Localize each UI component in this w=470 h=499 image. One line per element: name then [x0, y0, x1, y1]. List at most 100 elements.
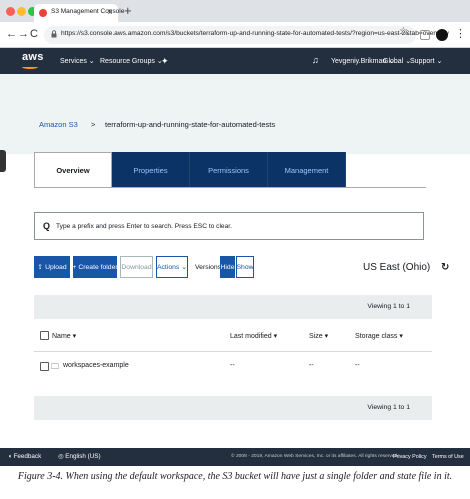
lock-icon [51, 30, 57, 38]
resource-groups-label: Resource Groups [100, 58, 155, 65]
pagination-bar-top: Viewing 1 to 1 [34, 295, 432, 319]
new-tab-button[interactable]: + [124, 3, 132, 18]
bucket-tabs: Overview Properties Permissions Manageme… [34, 152, 346, 188]
viewing-count-top: Viewing 1 to 1 [367, 303, 410, 310]
feedback-link[interactable]: ◖ Feedback [8, 453, 41, 460]
region-menu[interactable]: Global ⌄ [383, 57, 411, 65]
sort-down-icon: ▾ [324, 333, 329, 340]
hide-versions-button[interactable]: Hide [220, 256, 235, 278]
tab-divider [34, 187, 426, 188]
support-label: Support [410, 58, 435, 65]
name-header-label: Name [52, 333, 71, 340]
bucket-region-label: US East (Ohio) [363, 262, 431, 273]
upload-icon: ⇪ [37, 264, 44, 271]
refresh-icon[interactable]: ↻ [441, 262, 449, 273]
storage-class-header-label: Storage class [355, 333, 398, 340]
upload-button[interactable]: ⇪ Upload [34, 256, 70, 278]
feedback-label: Feedback [13, 453, 42, 460]
browser-menu-icon[interactable]: ⋮ [455, 27, 466, 40]
global-label: Global [383, 58, 404, 65]
breadcrumb-bucket-name: terraform-up-and-running-state-for-autom… [105, 120, 276, 129]
browser-toolbar: ← → C https://s3.console.aws.amazon.com/… [0, 22, 470, 48]
row-last-modified: -- [230, 362, 235, 369]
bell-icon[interactable]: ♫ [312, 55, 319, 65]
address-bar[interactable]: https://s3.console.aws.amazon.com/s3/buc… [44, 26, 449, 44]
versions-label: Versions [195, 264, 222, 271]
account-name: Yevgeniy.Brikman [331, 58, 387, 65]
extension-icon[interactable] [420, 30, 430, 40]
create-folder-button[interactable]: + Create folder [72, 256, 118, 278]
create-folder-label: Create folder [78, 263, 118, 271]
viewing-count-bottom: Viewing 1 to 1 [367, 404, 410, 411]
sort-down-icon: ▾ [399, 333, 403, 340]
column-header-size[interactable]: Size ▾ [309, 332, 328, 340]
pagination-bar-bottom: Viewing 1 to 1 [34, 396, 432, 420]
search-placeholder: Type a prefix and press Enter to search.… [56, 223, 232, 230]
browser-tab-bar: S3 Management Console x + [0, 0, 470, 22]
table-header: Name ▾ Last modified ▾ Size ▾ Storage cl… [34, 320, 432, 352]
breadcrumb-separator: > [91, 120, 96, 129]
pin-icon[interactable]: ✦ [161, 56, 169, 67]
actions-dropdown[interactable]: Actions ⌄ [156, 256, 188, 278]
search-icon: Q [43, 221, 51, 231]
profile-avatar[interactable] [436, 29, 448, 41]
url-text: https://s3.console.aws.amazon.com/s3/buc… [61, 30, 449, 37]
privacy-policy-link[interactable]: Privacy Policy [393, 454, 427, 460]
copyright-text: © 2008 - 2019, Amazon Web Services, Inc.… [231, 454, 399, 459]
folder-icon: 🗀 [51, 362, 59, 371]
resource-groups-menu[interactable]: Resource Groups ⌄ [100, 57, 163, 65]
chevron-down-icon: ⌄ [181, 264, 187, 271]
language-label: English (US) [65, 453, 101, 460]
sort-down-icon: ▾ [72, 333, 77, 340]
aws-top-nav: aws Services ⌄ Resource Groups ⌄ ✦ ♫ Yev… [0, 48, 470, 74]
browser-tab-title: S3 Management Console [51, 8, 125, 15]
reload-icon[interactable]: C [30, 28, 38, 40]
language-selector[interactable]: ◎ English (US) [58, 453, 101, 460]
back-arrow-icon[interactable]: ← [6, 28, 17, 40]
globe-icon: ◎ [58, 453, 64, 460]
size-header-label: Size [309, 333, 323, 340]
support-menu[interactable]: Support ⌄ [410, 57, 442, 65]
breadcrumb-area: Amazon S3 > terraform-up-and-running-sta… [0, 74, 470, 154]
chevron-down-icon: ⌄ [436, 58, 443, 65]
terms-of-use-link[interactable]: Terms of Use [432, 454, 464, 460]
close-window-button[interactable] [6, 7, 15, 16]
select-all-checkbox[interactable] [40, 331, 49, 340]
breadcrumb-root-link[interactable]: Amazon S3 [39, 120, 78, 129]
services-label: Services [60, 58, 87, 65]
actions-label: Actions [157, 263, 180, 271]
chevron-down-icon: ⌄ [88, 58, 95, 65]
close-tab-icon[interactable]: x [108, 7, 112, 16]
aws-smile-icon [22, 65, 38, 69]
row-name[interactable]: workspaces-example [63, 362, 129, 369]
services-menu[interactable]: Services ⌄ [60, 57, 95, 65]
sidebar-toggle[interactable] [0, 150, 6, 172]
sort-down-icon: ▾ [273, 333, 278, 340]
search-input[interactable]: Q Type a prefix and press Enter to searc… [34, 212, 424, 240]
column-header-name[interactable]: Name ▾ [52, 332, 76, 340]
chat-bubble-icon: ◖ [8, 453, 12, 460]
row-storage-class: -- [355, 362, 360, 369]
download-button[interactable]: Download [120, 256, 153, 278]
plus-icon: + [72, 263, 77, 271]
table-row[interactable]: 🗀 workspaces-example -- -- -- [34, 352, 432, 382]
forward-arrow-icon[interactable]: → [18, 28, 29, 40]
column-header-last-modified[interactable]: Last modified ▾ [230, 332, 277, 340]
upload-label: Upload [45, 263, 67, 271]
bookmark-star-icon[interactable]: ☆ [399, 26, 408, 37]
tab-management[interactable]: Management [268, 152, 346, 188]
minimize-window-button[interactable] [17, 7, 26, 16]
tab-overview[interactable]: Overview [34, 152, 112, 188]
tab-properties[interactable]: Properties [112, 152, 190, 188]
s3-favicon-icon [39, 9, 47, 17]
last-modified-header-label: Last modified [230, 333, 272, 340]
aws-logo[interactable]: aws [22, 51, 44, 63]
browser-tab[interactable]: S3 Management Console x [34, 4, 124, 22]
column-header-storage-class[interactable]: Storage class ▾ [355, 332, 403, 340]
tab-permissions[interactable]: Permissions [190, 152, 268, 188]
row-size: -- [309, 362, 314, 369]
row-checkbox[interactable] [40, 362, 49, 371]
figure-caption: Figure 3-4. When using the default works… [17, 471, 453, 482]
show-versions-button[interactable]: Show [236, 256, 254, 278]
console-footer: ◖ Feedback ◎ English (US) © 2008 - 2019,… [0, 448, 470, 466]
